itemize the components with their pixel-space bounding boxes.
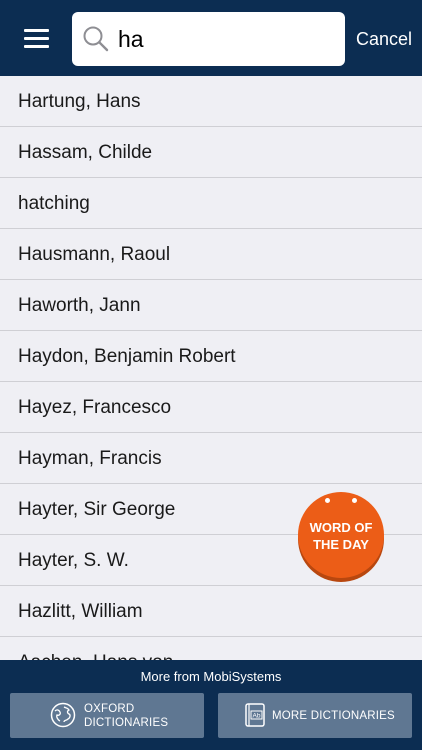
list-item[interactable]: Aachen, Hans von bbox=[0, 637, 422, 660]
more-dictionaries-label: MORE DICTIONARIES bbox=[272, 710, 395, 722]
oxford-dictionaries-button[interactable]: OXFORD DICTIONARIES bbox=[10, 693, 204, 738]
oxford-dictionaries-label: OXFORD DICTIONARIES bbox=[84, 703, 169, 729]
list-item[interactable]: Hayez, Francesco bbox=[0, 382, 422, 433]
search-icon bbox=[83, 26, 109, 52]
list-item[interactable]: Hartung, Hans bbox=[0, 76, 422, 127]
list-item[interactable]: Hayman, Francis bbox=[0, 433, 422, 484]
cancel-button[interactable]: Cancel bbox=[350, 26, 418, 52]
more-dictionaries-button[interactable]: Ab MORE DICTIONARIES bbox=[218, 693, 412, 738]
list-item[interactable]: Hassam, Childe bbox=[0, 127, 422, 178]
footer-title: More from MobiSystems bbox=[140, 669, 282, 684]
globe-icon bbox=[50, 702, 76, 728]
list-item[interactable]: Hausmann, Raoul bbox=[0, 229, 422, 280]
list-item[interactable]: hatching bbox=[0, 178, 422, 229]
list-item[interactable]: Haydon, Benjamin Robert bbox=[0, 331, 422, 382]
word-of-the-day-label: WORD OF THE DAY bbox=[309, 520, 373, 552]
word-of-the-day-button[interactable]: WORD OF THE DAY bbox=[296, 492, 386, 582]
hamburger-menu-icon[interactable] bbox=[16, 22, 56, 56]
dictionary-book-icon: Ab bbox=[245, 703, 265, 727]
svg-text:Ab: Ab bbox=[253, 713, 261, 720]
list-item[interactable]: Haworth, Jann bbox=[0, 280, 422, 331]
list-item[interactable]: Hazlitt, William bbox=[0, 586, 422, 637]
search-input[interactable] bbox=[118, 20, 333, 58]
more-apps-footer: More from MobiSystems OXFORD DICTIONARIE… bbox=[0, 660, 422, 750]
top-bar: Cancel bbox=[0, 0, 422, 76]
search-box[interactable] bbox=[72, 12, 345, 66]
